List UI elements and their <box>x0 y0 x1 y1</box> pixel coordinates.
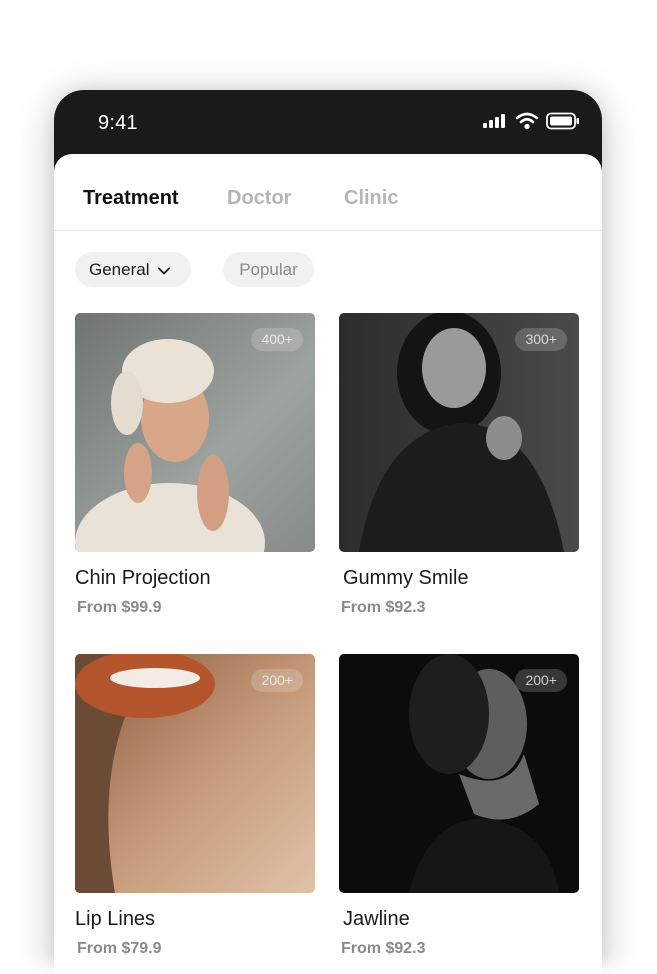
app-canvas: 9:41 Treatment Doctor Clinic General Pop… <box>0 0 657 974</box>
treatment-price: From $92.3 <box>341 940 426 957</box>
phone-frame: 9:41 Treatment Doctor Clinic General Pop… <box>54 90 602 974</box>
treatment-card-gummy-smile[interactable]: 300+ Gummy Smile From $92.3 <box>339 313 579 616</box>
status-bar: 9:41 <box>54 90 602 156</box>
treatment-count-badge: 200+ <box>251 669 303 692</box>
treatment-photo: 200+ <box>339 654 579 893</box>
status-time: 9:41 <box>98 112 138 134</box>
tab-clinic[interactable]: Clinic <box>344 187 398 210</box>
status-icons <box>482 112 580 130</box>
main-screen: Treatment Doctor Clinic General Popular <box>54 154 602 974</box>
battery-icon <box>546 112 579 130</box>
treatment-count-badge: 400+ <box>251 328 303 351</box>
treatment-name: Gummy Smile <box>343 567 469 589</box>
treatment-name: Jawline <box>343 908 410 930</box>
treatment-photo: 300+ <box>339 313 579 552</box>
treatment-name: Lip Lines <box>75 908 156 930</box>
category-filter-dropdown[interactable]: General <box>75 252 191 287</box>
treatment-count-badge: 200+ <box>515 669 567 692</box>
treatment-photo: 400+ <box>75 313 315 552</box>
chevron-down-icon <box>158 267 171 274</box>
category-filter-label: General <box>89 259 150 279</box>
treatment-price: From $99.9 <box>77 599 162 616</box>
tab-doctor[interactable]: Doctor <box>227 187 291 210</box>
sort-popular-label: Popular <box>239 259 298 279</box>
treatment-card-lip-lines[interactable]: 200+ Lip Lines From $79.9 <box>75 654 315 957</box>
signal-icon <box>483 114 505 128</box>
treatment-count-badge: 300+ <box>515 328 567 351</box>
treatment-price: From $79.9 <box>77 940 162 957</box>
wifi-icon <box>515 112 539 130</box>
treatment-name: Chin Projection <box>75 567 211 589</box>
treatment-card-jawline[interactable]: 200+ Jawline From $92.3 <box>339 654 579 957</box>
tab-bar: Treatment Doctor Clinic <box>54 154 602 231</box>
treatment-photo: 200+ <box>75 654 315 893</box>
treatment-card-chin-projection[interactable]: 400+ Chin Projection From $99.9 <box>75 313 315 616</box>
sort-popular-chip[interactable]: Popular <box>223 252 314 287</box>
tab-treatment[interactable]: Treatment <box>83 187 179 210</box>
treatment-price: From $92.3 <box>341 599 426 616</box>
